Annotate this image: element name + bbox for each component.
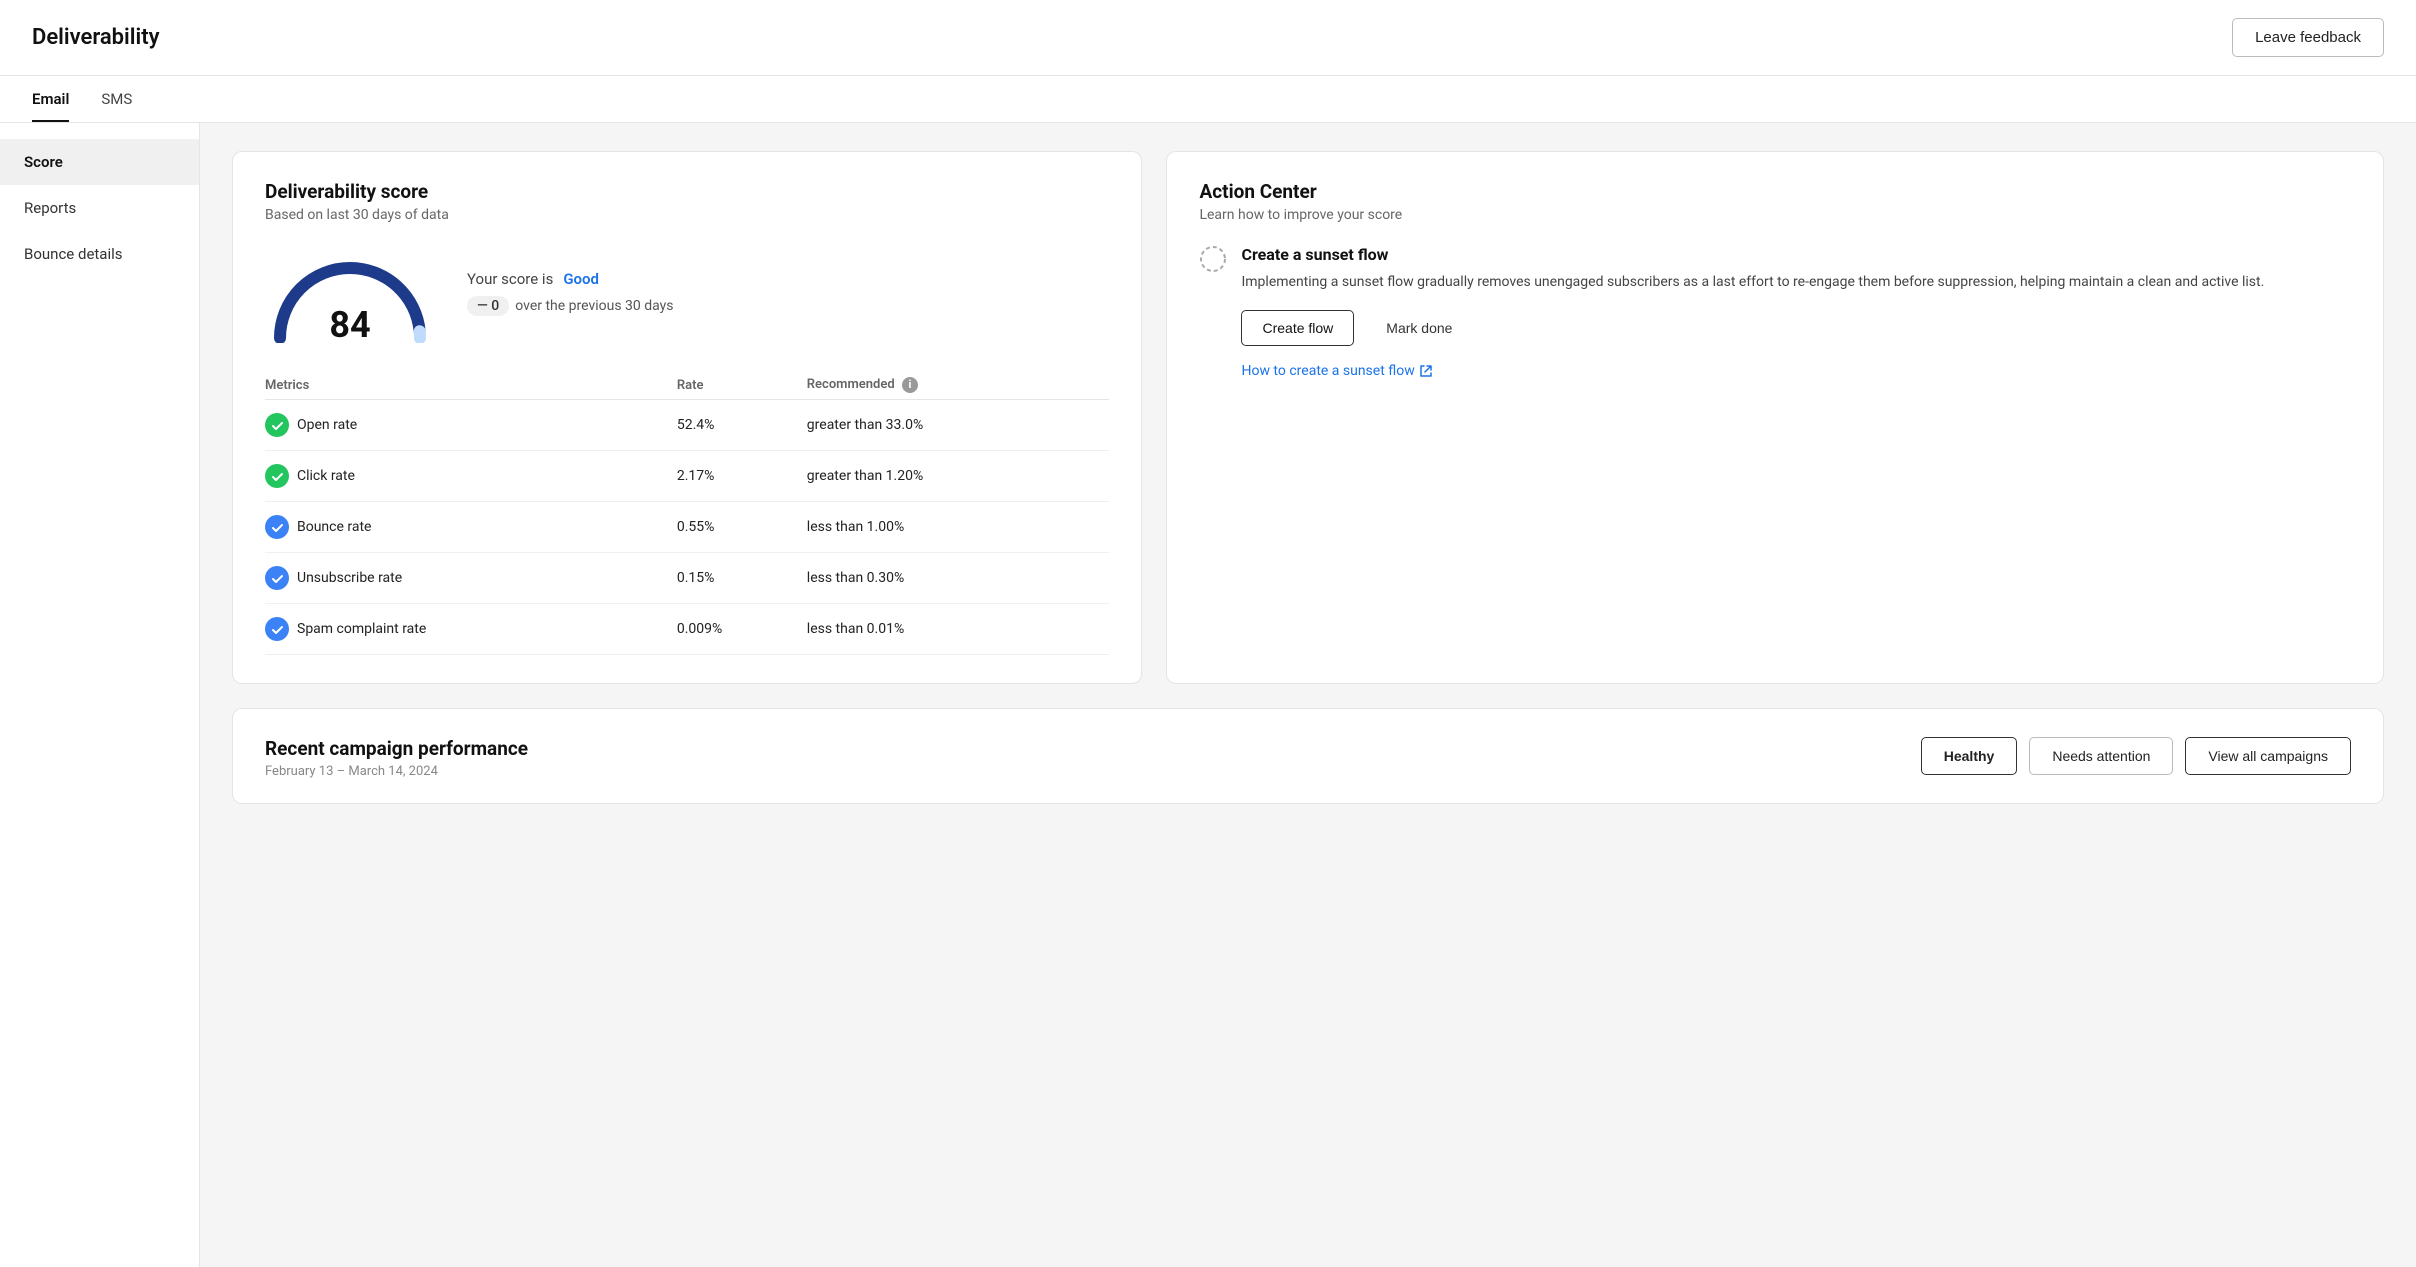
score-is-row: Your score is Good: [467, 270, 674, 288]
cards-row: Deliverability score Based on last 30 da…: [232, 151, 2384, 684]
action-card: Action Center Learn how to improve your …: [1166, 151, 2384, 684]
recent-campaigns-header: Recent campaign performance February 13 …: [265, 737, 2351, 779]
metric-rate: 52.4%: [677, 400, 807, 451]
action-content: Create a sunset flow Implementing a suns…: [1241, 245, 2264, 379]
recent-campaigns-title: Recent campaign performance: [265, 737, 528, 760]
score-card-subtitle: Based on last 30 days of data: [265, 207, 1109, 223]
metric-rate: 0.15%: [677, 553, 807, 604]
score-change-row: — 0 over the previous 30 days: [467, 296, 674, 316]
action-card-subtitle: Learn how to improve your score: [1199, 207, 2351, 223]
leave-feedback-button[interactable]: Leave feedback: [2232, 18, 2384, 57]
metric-name-cell: Spam complaint rate: [265, 604, 677, 655]
metric-icon: [265, 464, 289, 488]
content-area: Deliverability score Based on last 30 da…: [200, 123, 2416, 1267]
main-layout: Score Reports Bounce details Deliverabil…: [0, 123, 2416, 1267]
needs-attention-filter-button[interactable]: Needs attention: [2029, 737, 2173, 775]
healthy-filter-button[interactable]: Healthy: [1921, 737, 2018, 775]
view-all-campaigns-button[interactable]: View all campaigns: [2185, 737, 2351, 775]
tab-sms[interactable]: SMS: [101, 76, 132, 122]
action-dot-icon: [1199, 245, 1227, 277]
action-item-title: Create a sunset flow: [1241, 245, 2264, 264]
top-bar: Deliverability Leave feedback: [0, 0, 2416, 76]
metric-icon: [265, 515, 289, 539]
action-item-desc: Implementing a sunset flow gradually rem…: [1241, 272, 2264, 294]
mark-done-button[interactable]: Mark done: [1366, 310, 1472, 346]
table-row: Unsubscribe rate 0.15% less than 0.30%: [265, 553, 1109, 604]
metric-recommended: less than 0.30%: [807, 553, 1110, 604]
recent-campaigns-title-area: Recent campaign performance February 13 …: [265, 737, 528, 779]
metric-name-cell: Unsubscribe rate: [265, 553, 677, 604]
score-change-pill: — 0: [467, 296, 509, 316]
metric-name-cell: Bounce rate: [265, 502, 677, 553]
recent-campaigns-subtitle: February 13 – March 14, 2024: [265, 764, 528, 779]
metric-recommended: greater than 33.0%: [807, 400, 1110, 451]
metric-icon: [265, 617, 289, 641]
sidebar-item-bounce-details[interactable]: Bounce details: [0, 231, 199, 277]
sidebar: Score Reports Bounce details: [0, 123, 200, 1267]
metric-recommended: greater than 1.20%: [807, 451, 1110, 502]
score-change-label: over the previous 30 days: [515, 298, 673, 314]
col-header-recommended: Recommended i: [807, 371, 1110, 400]
score-info: Your score is Good — 0 over the previous…: [467, 270, 674, 316]
gauge-area: 84 Your score is Good — 0 over the previ…: [265, 243, 1109, 343]
recent-campaigns-card: Recent campaign performance February 13 …: [232, 708, 2384, 804]
action-buttons: Create flow Mark done: [1241, 310, 2264, 346]
score-rating-badge: Good: [563, 270, 599, 288]
table-row: Spam complaint rate 0.009% less than 0.0…: [265, 604, 1109, 655]
recent-campaigns-actions: Healthy Needs attention View all campaig…: [1921, 737, 2351, 775]
table-row: Open rate 52.4% greater than 33.0%: [265, 400, 1109, 451]
gauge-number: 84: [329, 307, 370, 343]
score-is-label: Your score is: [467, 270, 553, 288]
metric-icon: [265, 413, 289, 437]
metric-icon: [265, 566, 289, 590]
score-card: Deliverability score Based on last 30 da…: [232, 151, 1142, 684]
col-header-metric: Metrics: [265, 371, 677, 400]
action-item: Create a sunset flow Implementing a suns…: [1199, 245, 2351, 379]
metric-recommended: less than 1.00%: [807, 502, 1110, 553]
table-row: Bounce rate 0.55% less than 1.00%: [265, 502, 1109, 553]
how-to-link[interactable]: How to create a sunset flow: [1241, 363, 1432, 379]
tabs-bar: Email SMS: [0, 76, 2416, 123]
score-card-title: Deliverability score: [265, 180, 1109, 203]
external-link-icon: [1419, 364, 1433, 378]
metric-name-cell: Open rate: [265, 400, 677, 451]
action-card-title: Action Center: [1199, 180, 2351, 203]
page-title: Deliverability: [32, 25, 160, 50]
metric-rate: 0.55%: [677, 502, 807, 553]
recommended-info-icon[interactable]: i: [902, 377, 918, 393]
create-flow-button[interactable]: Create flow: [1241, 310, 1354, 346]
table-row: Click rate 2.17% greater than 1.20%: [265, 451, 1109, 502]
metric-rate: 2.17%: [677, 451, 807, 502]
sidebar-item-score[interactable]: Score: [0, 139, 199, 185]
col-header-rate: Rate: [677, 371, 807, 400]
metrics-table: Metrics Rate Recommended i Open rate: [265, 371, 1109, 655]
gauge-container: 84: [265, 243, 435, 343]
sidebar-item-reports[interactable]: Reports: [0, 185, 199, 231]
metric-recommended: less than 0.01%: [807, 604, 1110, 655]
tab-email[interactable]: Email: [32, 76, 69, 122]
metric-rate: 0.009%: [677, 604, 807, 655]
metric-name-cell: Click rate: [265, 451, 677, 502]
